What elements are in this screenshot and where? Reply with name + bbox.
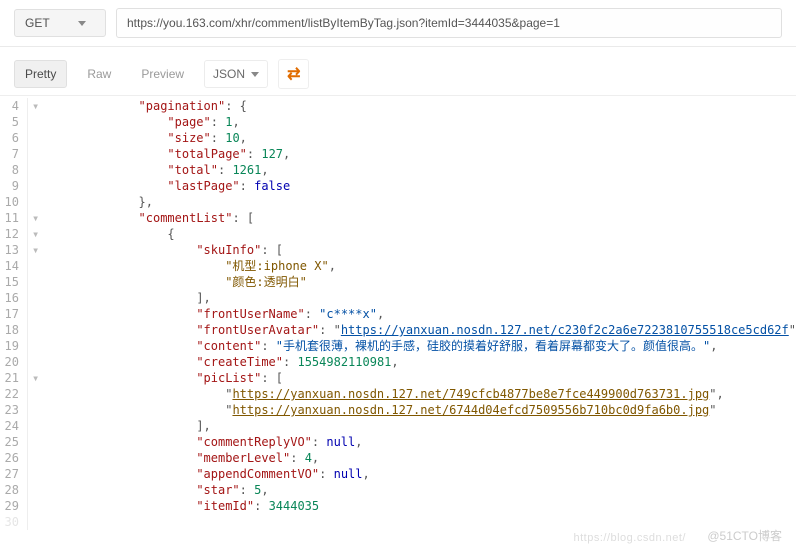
code-line[interactable]: {: [52, 226, 796, 242]
code-line[interactable]: "picList": [: [52, 370, 796, 386]
code-line[interactable]: ],: [52, 290, 796, 306]
code-line[interactable]: "https://yanxuan.nosdn.127.net/6744d04ef…: [52, 402, 796, 418]
code-line[interactable]: "lastPage": false: [52, 178, 796, 194]
tab-pretty[interactable]: Pretty: [14, 60, 67, 88]
code-line[interactable]: "totalPage": 127,: [52, 146, 796, 162]
chevron-down-icon: [78, 21, 86, 26]
code-line[interactable]: "frontUserName": "c****x",: [52, 306, 796, 322]
code-line[interactable]: "size": 10,: [52, 130, 796, 146]
code-line[interactable]: "skuInfo": [: [52, 242, 796, 258]
code-area: 4567891011121314151617181920212223242526…: [0, 98, 796, 530]
code-line[interactable]: "commentList": [: [52, 210, 796, 226]
code-line[interactable]: "pagination": {: [52, 98, 796, 114]
code-line[interactable]: "star": 5,: [52, 482, 796, 498]
format-label: JSON: [213, 67, 245, 81]
code-line[interactable]: "memberLevel": 4,: [52, 450, 796, 466]
fold-column[interactable]: ▾▾▾▾▾: [28, 98, 48, 530]
request-bar: GET: [0, 0, 796, 47]
wrap-lines-icon[interactable]: ⇄: [278, 59, 309, 89]
code-line[interactable]: "createTime": 1554982110981,: [52, 354, 796, 370]
code-line[interactable]: "itemId": 3444035: [52, 498, 796, 514]
code-line[interactable]: "content": "手机套很薄，裸机的手感，硅胶的摸着好舒服，看着屏幕都变大…: [52, 338, 796, 354]
tab-raw[interactable]: Raw: [77, 61, 121, 87]
url-input[interactable]: [116, 8, 782, 38]
watermark-text: @51CTO博客: [707, 527, 782, 544]
code-line[interactable]: },: [52, 194, 796, 210]
line-gutter: 4567891011121314151617181920212223242526…: [0, 98, 28, 530]
format-select[interactable]: JSON: [204, 60, 268, 88]
watermark-url: https://blog.csdn.net/: [573, 532, 686, 544]
code-line[interactable]: "appendCommentVO": null,: [52, 466, 796, 482]
method-select[interactable]: GET: [14, 9, 106, 37]
code-line[interactable]: "page": 1,: [52, 114, 796, 130]
chevron-down-icon: [251, 72, 259, 77]
code-line[interactable]: "commentReplyVO": null,: [52, 434, 796, 450]
method-label: GET: [25, 16, 50, 30]
code-body[interactable]: "pagination": { "page": 1, "size": 10, "…: [48, 98, 796, 530]
code-line[interactable]: "机型:iphone X",: [52, 258, 796, 274]
code-line[interactable]: "total": 1261,: [52, 162, 796, 178]
response-toolbar: Pretty Raw Preview JSON ⇄: [0, 47, 796, 96]
code-line[interactable]: "https://yanxuan.nosdn.127.net/749cfcb48…: [52, 386, 796, 402]
tab-preview[interactable]: Preview: [131, 61, 194, 87]
code-line[interactable]: "颜色:透明白": [52, 274, 796, 290]
code-line[interactable]: ],: [52, 418, 796, 434]
code-line[interactable]: "frontUserAvatar": "https://yanxuan.nosd…: [52, 322, 796, 338]
